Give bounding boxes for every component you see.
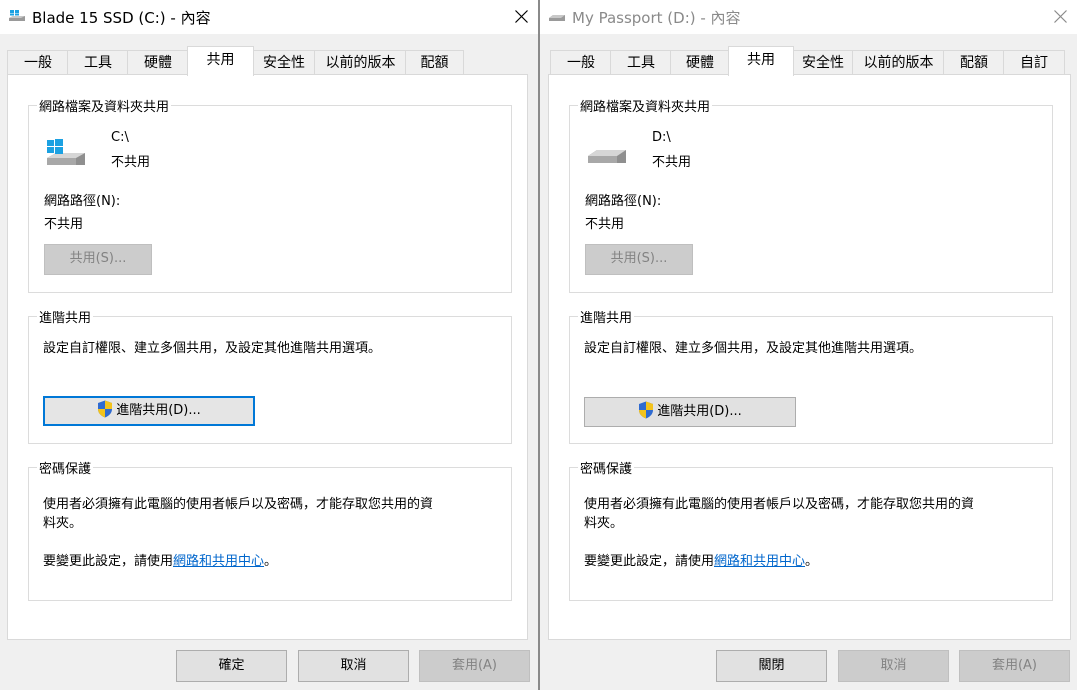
network-path-value: 不共用 bbox=[585, 217, 625, 232]
network-sharing-group: 網路檔案及資料夾共用 C:\ 不共用 網路路徑(N): 不共用 共用(S)... bbox=[28, 96, 512, 293]
properties-dialog-d: My Passport (D:) - 內容 一般 工具 硬體 共用 安全性 以前… bbox=[540, 0, 1077, 690]
advanced-sharing-description: 設定自訂權限、建立多個共用，及設定其他進階共用選項。 bbox=[584, 341, 923, 356]
tab-sharing[interactable]: 共用 bbox=[187, 46, 254, 76]
change-setting-text: 要變更此設定，請使用網路和共用中心。 bbox=[584, 550, 818, 569]
network-sharing-center-link[interactable]: 網路和共用中心 bbox=[173, 554, 264, 569]
tab-quota[interactable]: 配額 bbox=[943, 50, 1005, 75]
change-setting-text: 要變更此設定，請使用網路和共用中心。 bbox=[43, 550, 277, 569]
close-button[interactable] bbox=[504, 0, 538, 34]
change-setting-prefix: 要變更此設定，請使用 bbox=[584, 554, 715, 569]
close-icon bbox=[1054, 10, 1067, 23]
group-title: 網路檔案及資料夾共用 bbox=[37, 96, 172, 115]
network-path-label: 網路路徑(N): bbox=[44, 194, 121, 209]
tab-sharing[interactable]: 共用 bbox=[728, 46, 794, 76]
advanced-sharing-button-label: 進階共用(D)... bbox=[657, 404, 742, 419]
drive-share-status: 不共用 bbox=[652, 155, 692, 170]
password-protection-group: 密碼保護 使用者必須擁有此電腦的使用者帳戶以及密碼，才能存取您共用的資 料夾。 … bbox=[28, 458, 512, 601]
tab-tools[interactable]: 工具 bbox=[610, 50, 672, 75]
uac-shield-icon bbox=[638, 401, 654, 419]
apply-button[interactable]: 套用(A) bbox=[419, 650, 530, 682]
close-dialog-button[interactable]: 關閉 bbox=[716, 650, 827, 682]
sharing-tab-page: 網路檔案及資料夾共用 C:\ 不共用 網路路徑(N): 不共用 共用(S)... bbox=[7, 74, 528, 640]
password-description-line2: 料夾。 bbox=[584, 516, 624, 531]
windows-drive-icon bbox=[46, 138, 86, 176]
group-title: 進階共用 bbox=[37, 307, 94, 326]
change-setting-prefix: 要變更此設定，請使用 bbox=[43, 554, 174, 569]
cancel-button[interactable]: 取消 bbox=[298, 650, 409, 682]
drive-share-status: 不共用 bbox=[111, 155, 151, 170]
advanced-sharing-group: 進階共用 設定自訂權限、建立多個共用，及設定其他進階共用選項。 進階共用(D).… bbox=[569, 307, 1053, 444]
close-button[interactable] bbox=[1043, 0, 1077, 34]
tab-general[interactable]: 一般 bbox=[550, 50, 612, 75]
share-button[interactable]: 共用(S)... bbox=[44, 244, 152, 275]
advanced-sharing-button-label: 進階共用(D)... bbox=[116, 403, 201, 418]
password-description-line1: 使用者必須擁有此電腦的使用者帳戶以及密碼，才能存取您共用的資 bbox=[584, 497, 975, 512]
tab-hardware[interactable]: 硬體 bbox=[670, 50, 730, 75]
advanced-sharing-description: 設定自訂權限、建立多個共用，及設定其他進階共用選項。 bbox=[43, 341, 382, 356]
drive-name: D:\ bbox=[652, 130, 671, 145]
share-button[interactable]: 共用(S)... bbox=[585, 244, 693, 275]
drive-title-icon bbox=[7, 9, 27, 25]
tab-hardware[interactable]: 硬體 bbox=[127, 50, 189, 75]
network-path-value: 不共用 bbox=[44, 217, 84, 232]
tab-quota[interactable]: 配額 bbox=[405, 50, 464, 75]
close-icon bbox=[515, 10, 528, 23]
group-title: 密碼保護 bbox=[37, 458, 94, 477]
sharing-tab-page: 網路檔案及資料夾共用 D:\ 不共用 網路路徑(N): 不共用 共用(S)...… bbox=[548, 74, 1071, 640]
advanced-sharing-button[interactable]: 進階共用(D)... bbox=[43, 396, 255, 426]
change-setting-suffix: 。 bbox=[805, 554, 819, 569]
tab-tools[interactable]: 工具 bbox=[67, 50, 129, 75]
tab-security[interactable]: 安全性 bbox=[252, 50, 316, 75]
tab-customize[interactable]: 自訂 bbox=[1003, 50, 1065, 75]
group-title: 密碼保護 bbox=[578, 458, 635, 477]
password-description-line2: 料夾。 bbox=[43, 516, 83, 531]
window-title: Blade 15 SSD (C:) - 內容 bbox=[32, 9, 211, 27]
network-sharing-center-link[interactable]: 網路和共用中心 bbox=[714, 554, 805, 569]
title-bar: Blade 15 SSD (C:) - 內容 bbox=[0, 0, 538, 34]
tab-previous-versions[interactable]: 以前的版本 bbox=[852, 50, 945, 75]
password-description-line1: 使用者必須擁有此電腦的使用者帳戶以及密碼，才能存取您共用的資 bbox=[43, 497, 434, 512]
tab-security[interactable]: 安全性 bbox=[792, 50, 854, 75]
tab-general[interactable]: 一般 bbox=[7, 50, 69, 75]
cancel-button[interactable]: 取消 bbox=[838, 650, 949, 682]
apply-button[interactable]: 套用(A) bbox=[959, 650, 1070, 682]
drive-name: C:\ bbox=[111, 130, 129, 145]
drive-title-icon bbox=[547, 9, 567, 25]
change-setting-suffix: 。 bbox=[264, 554, 278, 569]
advanced-sharing-group: 進階共用 設定自訂權限、建立多個共用，及設定其他進階共用選項。 進階共用(D).… bbox=[28, 307, 512, 444]
group-title: 網路檔案及資料夾共用 bbox=[578, 96, 713, 115]
network-path-label: 網路路徑(N): bbox=[585, 194, 662, 209]
uac-shield-icon bbox=[97, 400, 113, 418]
tab-previous-versions[interactable]: 以前的版本 bbox=[314, 50, 407, 75]
password-protection-group: 密碼保護 使用者必須擁有此電腦的使用者帳戶以及密碼，才能存取您共用的資 料夾。 … bbox=[569, 458, 1053, 601]
external-drive-icon bbox=[587, 144, 627, 174]
group-title: 進階共用 bbox=[578, 307, 635, 326]
ok-button[interactable]: 確定 bbox=[176, 650, 287, 682]
window-title: My Passport (D:) - 內容 bbox=[572, 9, 741, 27]
network-sharing-group: 網路檔案及資料夾共用 D:\ 不共用 網路路徑(N): 不共用 共用(S)... bbox=[569, 96, 1053, 293]
advanced-sharing-button[interactable]: 進階共用(D)... bbox=[584, 397, 796, 427]
title-bar: My Passport (D:) - 內容 bbox=[540, 0, 1077, 34]
properties-dialog-c: Blade 15 SSD (C:) - 內容 一般 工具 硬體 共用 安全性 以… bbox=[0, 0, 538, 690]
